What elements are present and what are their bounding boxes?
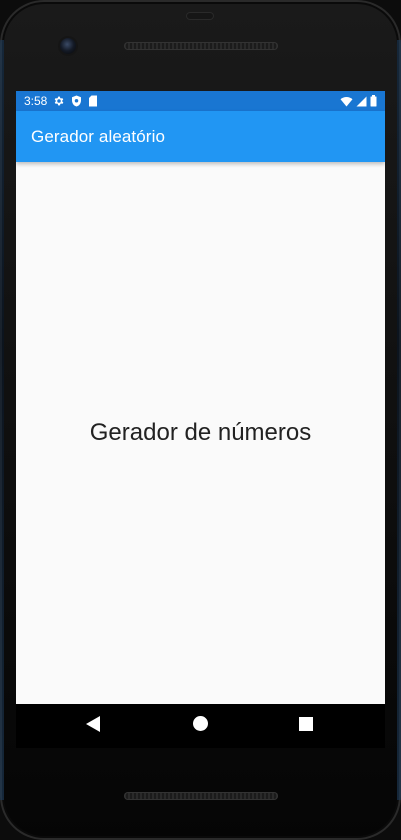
earpiece-speaker bbox=[124, 42, 278, 50]
sd-card-icon bbox=[88, 95, 98, 107]
main-heading: Gerador de números bbox=[89, 419, 312, 446]
recent-apps-button[interactable] bbox=[296, 716, 316, 736]
screen: 3:58 Gerador aleatório Gerador de número… bbox=[16, 91, 385, 704]
app-bar-title: Gerador aleatório bbox=[31, 126, 165, 146]
frame-edge-left bbox=[0, 40, 4, 800]
app-bar: Gerador aleatório bbox=[16, 111, 385, 162]
main-content: Gerador de números bbox=[16, 162, 385, 704]
top-slot bbox=[186, 12, 214, 20]
recent-apps-icon bbox=[299, 716, 313, 736]
wifi-icon bbox=[340, 96, 353, 107]
status-right bbox=[340, 95, 377, 107]
status-left: 3:58 bbox=[24, 94, 98, 108]
frame-edge-right bbox=[397, 40, 401, 800]
gear-icon bbox=[53, 95, 65, 107]
back-icon bbox=[86, 715, 100, 737]
phone-frame: 3:58 Gerador aleatório Gerador de número… bbox=[0, 0, 401, 840]
battery-icon bbox=[370, 95, 377, 107]
home-icon bbox=[192, 716, 208, 736]
cell-signal-icon bbox=[356, 96, 367, 107]
status-time: 3:58 bbox=[24, 94, 48, 108]
shield-icon bbox=[71, 95, 82, 107]
status-bar: 3:58 bbox=[16, 91, 385, 111]
home-button[interactable] bbox=[190, 716, 210, 736]
bottom-speaker bbox=[124, 792, 278, 800]
back-button[interactable] bbox=[83, 715, 103, 737]
navigation-bar bbox=[16, 704, 385, 748]
front-camera bbox=[60, 38, 76, 54]
